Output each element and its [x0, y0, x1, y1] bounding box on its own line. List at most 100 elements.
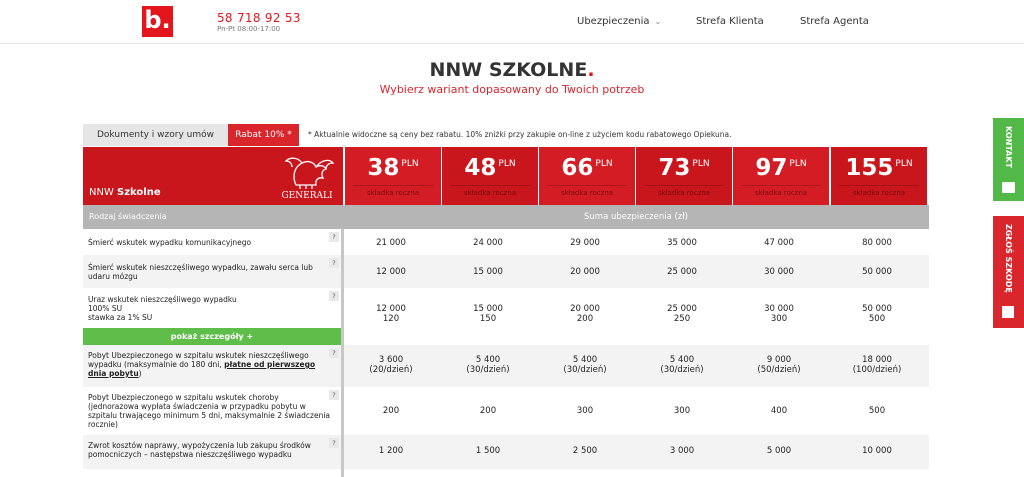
row-value: 80 000	[829, 238, 925, 248]
row-value-main: 3 600	[378, 355, 404, 365]
office-hours: Pn-Pt 08:00-17:00	[217, 25, 281, 33]
price-value: 48	[464, 155, 497, 181]
row-value-main: 80 000	[862, 238, 892, 248]
row-value-main: 12 000	[376, 267, 406, 277]
row-value: 400	[731, 406, 827, 416]
row-value: 50 000	[829, 267, 925, 277]
documents-tab[interactable]: Dokumenty i wzory umów	[83, 124, 228, 146]
price-currency: PLN	[595, 159, 613, 169]
price-currency: PLN	[498, 159, 516, 169]
column-divider	[341, 229, 344, 477]
document-icon	[1002, 306, 1014, 318]
row-value-sub: 300	[770, 314, 788, 324]
row-value: 3 000	[634, 446, 730, 456]
row-value-sub: 120	[382, 314, 400, 324]
report-claim-side-tab[interactable]: ZGŁOŚ SZKODĘ	[993, 216, 1024, 328]
discount-tab[interactable]: Rabat 10% *	[228, 124, 299, 146]
help-icon[interactable]: ?	[329, 348, 339, 358]
table-row: Śmierć wskutek wypadku komunikacyjnego? 2…	[83, 229, 929, 255]
row-value-sub: (30/dzień)	[466, 365, 510, 375]
pricing-table: GENERALI NNW Szkolne 38 PLN składka roczna…	[83, 147, 929, 477]
row-value-main: 29 000	[570, 238, 600, 248]
row-value-sub: (100/dzień)	[852, 365, 902, 375]
row-value-main: 20 000	[570, 267, 600, 277]
row-value: 300	[634, 406, 730, 416]
price-currency: PLN	[401, 159, 419, 169]
row-value-sub: 200	[576, 314, 594, 324]
row-value: 25 000	[634, 267, 730, 277]
row-label: Uraz wskutek nieszczęśliwego wypadku 100%…	[88, 295, 330, 322]
table-row: Śmierć wskutek nieszczęśliwego wypadku, …	[83, 255, 929, 288]
nav-ubezpieczenia[interactable]: Ubezpieczenia ⌄	[577, 16, 661, 27]
row-value: 200	[343, 406, 439, 416]
row-value: 35 000	[634, 238, 730, 248]
help-icon[interactable]: ?	[329, 258, 339, 268]
row-value-main: 10 000	[862, 446, 892, 456]
help-icon[interactable]: ?	[329, 390, 339, 400]
nav-strefa-agenta[interactable]: Strefa Agenta	[800, 16, 869, 27]
row-value-main: 5 000	[766, 446, 792, 456]
contact-side-tab[interactable]: KONTAKT	[993, 118, 1024, 201]
sum-insured-header: Suma ubezpieczenia (zł)	[343, 205, 929, 229]
row-value: 3 600 (20/dzień)	[343, 355, 439, 375]
help-icon[interactable]: ?	[329, 291, 339, 301]
row-value-main: 18 000	[862, 355, 892, 365]
price-option-38[interactable]: 38 PLN składka roczna	[345, 147, 441, 205]
phone-number[interactable]: 58 718 92 53	[217, 11, 301, 25]
row-value-sub: (50/dzień)	[757, 365, 801, 375]
price-option-97[interactable]: 97 PLN składka roczna	[733, 147, 829, 205]
top-header: b. 58 718 92 53 Pn-Pt 08:00-17:00 Ubezpi…	[0, 0, 1024, 44]
row-value-sub: (30/dzień)	[660, 365, 704, 375]
price-value: 97	[755, 155, 788, 181]
row-value: 2 500	[537, 446, 633, 456]
row-value: 12 000	[343, 267, 439, 277]
help-icon[interactable]: ?	[329, 232, 339, 242]
insurer-logo-text: GENERALI	[281, 191, 332, 201]
row-value: 29 000	[537, 238, 633, 248]
row-value-main: 30 000	[764, 304, 794, 314]
row-value: 5 400 (30/dzień)	[634, 355, 730, 375]
row-value: 24 000	[440, 238, 536, 248]
product-prefix: NNW	[89, 187, 118, 198]
row-value-main: 35 000	[667, 238, 697, 248]
product-name: NNW Szkolne	[89, 187, 161, 198]
row-value-main: 1 200	[378, 446, 404, 456]
help-icon[interactable]: ?	[329, 438, 339, 448]
row-value-main: 400	[770, 406, 788, 416]
show-details-button[interactable]: pokaż szczegóły +	[83, 328, 341, 345]
discount-note: * Aktualnie widoczne są ceny bez rabatu.…	[308, 130, 732, 139]
price-caption: składka roczna	[560, 189, 614, 197]
row-value-main: 5 400	[669, 355, 695, 365]
row-value: 25 000 250	[634, 304, 730, 324]
price-option-155[interactable]: 155 PLN składka roczna	[831, 147, 927, 205]
table-row: Pobyt Ubezpieczonego w szpitalu wskutek …	[83, 387, 929, 435]
row-value-main: 25 000	[667, 267, 697, 277]
price-amount: 97 PLN	[733, 155, 829, 181]
row-label-end: )	[138, 369, 142, 378]
row-value-main: 21 000	[376, 238, 406, 248]
price-currency: PLN	[692, 159, 710, 169]
row-value-main: 1 500	[475, 446, 501, 456]
row-value-main: 30 000	[764, 267, 794, 277]
price-option-48[interactable]: 48 PLN składka roczna	[442, 147, 538, 205]
price-value: 73	[658, 155, 691, 181]
row-label: Śmierć wskutek nieszczęśliwego wypadku, …	[88, 263, 330, 281]
row-value-main: 47 000	[764, 238, 794, 248]
row-value-sub: (30/dzień)	[563, 365, 607, 375]
price-value: 155	[845, 155, 894, 181]
brand-logo[interactable]: b.	[142, 6, 173, 37]
row-value: 18 000 (100/dzień)	[829, 355, 925, 375]
nav-strefa-klienta[interactable]: Strefa Klienta	[696, 16, 764, 27]
product-name-bold: Szkolne	[117, 187, 161, 198]
row-value-main: 12 000	[376, 304, 406, 314]
row-value: 47 000	[731, 238, 827, 248]
row-value: 30 000 300	[731, 304, 827, 324]
row-value-main: 15 000	[473, 304, 503, 314]
price-option-73[interactable]: 73 PLN składka roczna	[636, 147, 732, 205]
price-separator	[547, 185, 627, 186]
price-option-66[interactable]: 66 PLN składka roczna	[539, 147, 635, 205]
row-label: Śmierć wskutek wypadku komunikacyjnego	[88, 238, 330, 247]
price-caption: składka roczna	[754, 189, 808, 197]
nav-label: Ubezpieczenia	[577, 16, 650, 27]
row-value-main: 2 500	[572, 446, 598, 456]
